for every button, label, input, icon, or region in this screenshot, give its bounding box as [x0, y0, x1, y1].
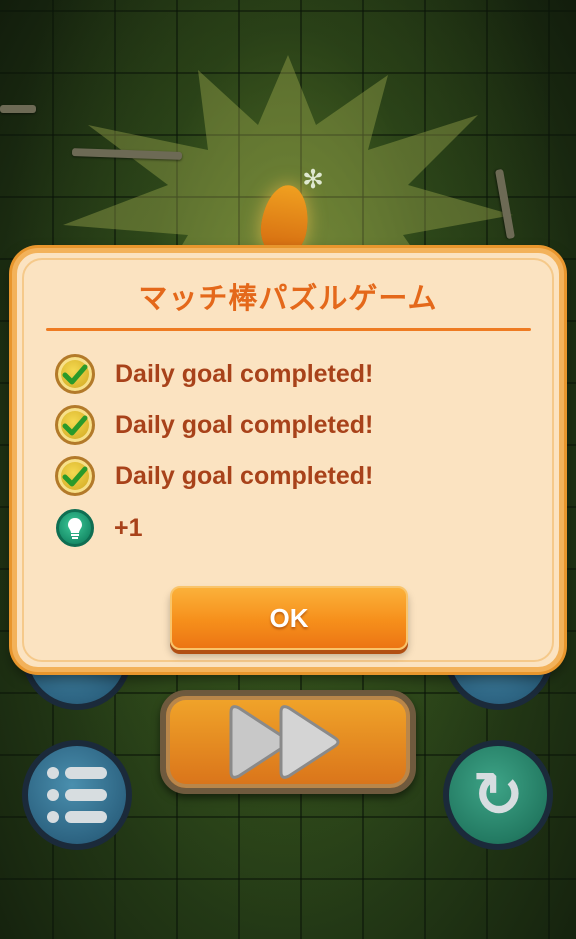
- reward-row: Daily goal completed!: [55, 352, 373, 396]
- restart-button[interactable]: ↻: [443, 740, 553, 850]
- menu-button[interactable]: [22, 740, 132, 850]
- restart-icon: ↻: [472, 758, 524, 831]
- reward-row: Daily goal completed!: [55, 403, 373, 447]
- lightbulb-hint-icon: [56, 509, 94, 547]
- checkmark-badge-icon: [55, 354, 95, 394]
- reward-row: +1: [55, 506, 143, 550]
- matchstick[interactable]: [0, 105, 36, 113]
- checkmark-badge-icon: [55, 456, 95, 496]
- reward-label: Daily goal completed!: [115, 359, 374, 388]
- reward-label: Daily goal completed!: [115, 461, 374, 490]
- dandelion-icon: ✻: [302, 165, 324, 195]
- daily-goal-dialog: マッチ棒パズルゲーム Daily goal completed! Daily g…: [12, 248, 564, 672]
- fast-forward-icon: [229, 705, 340, 779]
- hint-reward-label: +1: [114, 513, 143, 542]
- dialog-title: マッチ棒パズルゲーム: [138, 281, 438, 315]
- checkmark-badge-icon: [55, 405, 95, 445]
- ok-button[interactable]: OK: [170, 586, 408, 650]
- menu-list-icon: [47, 767, 107, 823]
- reward-label: Daily goal completed!: [115, 410, 374, 439]
- skip-level-button[interactable]: [160, 690, 416, 794]
- title-divider: [46, 328, 531, 331]
- reward-row: Daily goal completed!: [55, 454, 373, 498]
